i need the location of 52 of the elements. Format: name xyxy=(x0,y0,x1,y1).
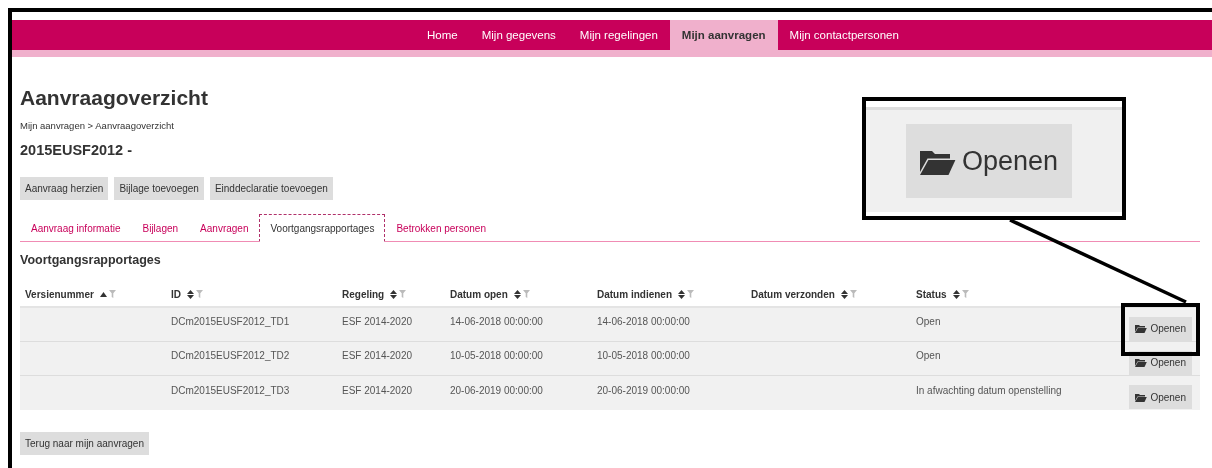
action-button[interactable]: Bijlage toevoegen xyxy=(114,177,204,200)
breadcrumb: Mijn aanvragen > Aanvraagoverzicht xyxy=(20,120,175,132)
sort-icon[interactable] xyxy=(840,289,848,299)
table-cell: Open xyxy=(916,350,941,361)
open-button[interactable]: Openen xyxy=(1129,385,1192,409)
column-header[interactable]: ID xyxy=(171,288,181,300)
folder-icon xyxy=(1135,324,1148,333)
nav-link[interactable]: Home xyxy=(415,20,470,50)
sort-icon[interactable] xyxy=(952,289,960,299)
sort-icon[interactable] xyxy=(513,289,521,299)
folder-icon xyxy=(1135,358,1148,367)
tab[interactable]: Aanvraag informatie xyxy=(20,214,132,242)
table-cell: DCm2015EUSF2012_TD1 xyxy=(171,316,290,327)
table-cell: DCm2015EUSF2012_TD3 xyxy=(171,384,290,396)
table-cell: ESF 2014-2020 xyxy=(342,350,413,361)
column-header[interactable]: Versienummer xyxy=(25,288,94,300)
nav-link[interactable]: Mijn gegevens xyxy=(469,20,568,50)
table-cell: ESF 2014-2020 xyxy=(342,316,413,327)
table-cell: ESF 2014-2020 xyxy=(342,384,413,396)
nav-link[interactable]: Mijn aanvragen xyxy=(669,20,778,50)
column-header[interactable]: Regeling xyxy=(342,288,385,300)
sort-icon[interactable] xyxy=(678,289,685,299)
tab[interactable]: Voortgangsrapportages xyxy=(259,214,386,242)
sort-ascending-icon[interactable] xyxy=(99,291,107,297)
table-cell: In afwachting datum openstelling xyxy=(916,384,1062,396)
table-cell: 20-06-2019 00:00:00 xyxy=(597,384,690,396)
column-header[interactable]: Status xyxy=(916,288,947,300)
action-button[interactable]: Einddeclaratie toevoegen xyxy=(209,177,333,200)
page-title: Aanvraagoverzicht xyxy=(20,85,209,111)
nav-link[interactable]: Mijn contactpersonen xyxy=(777,20,911,50)
column-header[interactable]: Datum verzonden xyxy=(751,288,835,300)
tab[interactable]: Bijlagen xyxy=(131,214,190,242)
folder-icon xyxy=(1135,392,1148,402)
case-id: 2015EUSF2012 - xyxy=(20,141,134,159)
action-button[interactable]: Aanvraag herzien xyxy=(20,177,109,200)
table-cell: DCm2015EUSF2012_TD2 xyxy=(171,350,290,361)
nav-link[interactable]: Mijn regelingen xyxy=(567,20,670,50)
open-button[interactable]: Openen xyxy=(1129,316,1192,341)
table-cell: 14-06-2018 00:00:00 xyxy=(450,316,543,327)
back-button[interactable]: Terug naar mijn aanvragen xyxy=(20,432,149,455)
table-cell: 14-06-2018 00:00:00 xyxy=(597,316,690,327)
table-cell: 20-06-2019 00:00:00 xyxy=(450,384,543,396)
column-header[interactable]: Datum indienen xyxy=(597,288,672,300)
table-cell: Open xyxy=(916,316,941,327)
tab[interactable]: Aanvragen xyxy=(189,214,260,242)
tab[interactable]: Betrokken personen xyxy=(385,214,497,242)
column-header[interactable]: Datum open xyxy=(450,288,508,300)
section-title: Voortgangsrapportages xyxy=(20,252,162,268)
sort-icon[interactable] xyxy=(187,289,194,299)
table-cell: 10-05-2018 00:00:00 xyxy=(597,350,690,361)
sort-icon[interactable] xyxy=(390,289,398,299)
table-cell: 10-05-2018 00:00:00 xyxy=(450,350,543,361)
